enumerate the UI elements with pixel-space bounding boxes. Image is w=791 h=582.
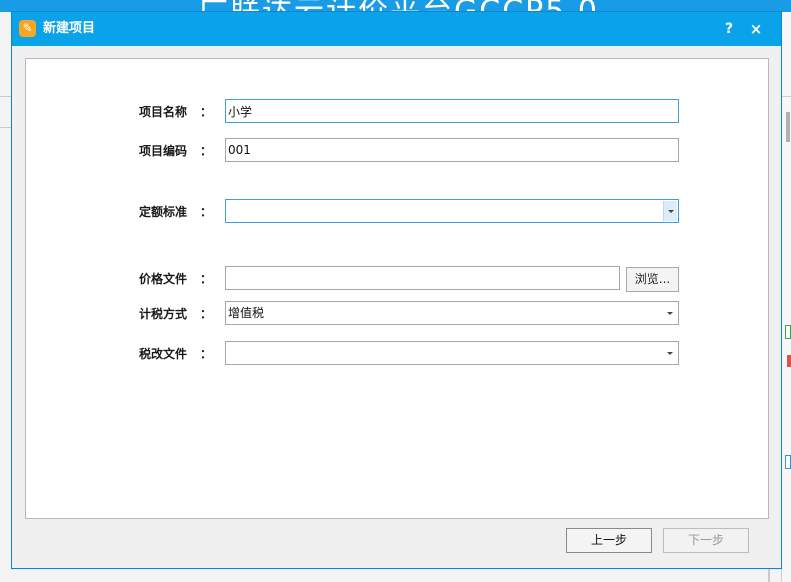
- tax-method-select[interactable]: 增值税: [225, 301, 679, 325]
- project-name-label: 项目名称: [139, 105, 188, 119]
- project-code-label: 项目编码: [139, 144, 188, 158]
- dropdown-button[interactable]: [663, 303, 677, 323]
- divider: [781, 96, 791, 97]
- price-file-colon: ：: [200, 272, 213, 286]
- app-side-icon: [787, 355, 791, 367]
- close-button[interactable]: ×: [748, 19, 764, 39]
- app-side-icon: [785, 325, 791, 339]
- dialog-titlebar[interactable]: ✎ 新建项目 ? ×: [12, 12, 781, 46]
- project-name-input[interactable]: [225, 99, 679, 123]
- tax-method-value: 增值税: [228, 306, 265, 320]
- quota-standard-label: 定额标准: [139, 205, 188, 219]
- scrollbar-thumb[interactable]: [786, 112, 790, 142]
- chevron-down-icon: [668, 210, 674, 213]
- quota-standard-colon: ：: [200, 205, 213, 219]
- app-logo-icon: ✎: [19, 20, 36, 37]
- app-status-area: [12, 570, 781, 582]
- project-code-colon: ：: [200, 144, 213, 158]
- chevron-down-icon: [667, 312, 673, 315]
- app-right-panel: [781, 12, 791, 582]
- tax-reform-file-label: 税改文件: [139, 347, 188, 361]
- tax-method-colon: ：: [200, 307, 213, 321]
- tax-reform-file-select[interactable]: [225, 341, 679, 365]
- price-file-label: 价格文件: [139, 272, 188, 286]
- form-panel: 项目名称 ： 项目编码 ： 定额标准 ： 价格文件 ： 浏览... 计税方式: [25, 58, 769, 519]
- chevron-down-icon: [667, 352, 673, 355]
- next-step-button[interactable]: 下一步: [663, 528, 749, 553]
- dropdown-button[interactable]: [663, 201, 677, 221]
- previous-step-button[interactable]: 上一步: [566, 528, 652, 553]
- dropdown-button[interactable]: [663, 343, 677, 363]
- new-project-dialog: ✎ 新建项目 ? × 项目名称 ： 项目编码 ： 定额标准 ：: [11, 11, 782, 569]
- price-file-input[interactable]: [225, 266, 620, 290]
- app-side-icon: [785, 455, 791, 469]
- project-name-colon: ：: [200, 105, 213, 119]
- project-code-input[interactable]: [225, 138, 679, 162]
- tax-method-label: 计税方式: [139, 307, 188, 321]
- help-button[interactable]: ?: [721, 19, 737, 39]
- browse-button[interactable]: 浏览...: [626, 267, 679, 292]
- quota-standard-select[interactable]: [225, 199, 679, 223]
- tax-reform-file-colon: ：: [200, 347, 213, 361]
- screen: 广联达云计价平台GCCP5.0 ✎ 新建项目 ? × 项目名称 ： 项目编码 ：…: [0, 0, 791, 582]
- dialog-title: 新建项目: [43, 21, 96, 36]
